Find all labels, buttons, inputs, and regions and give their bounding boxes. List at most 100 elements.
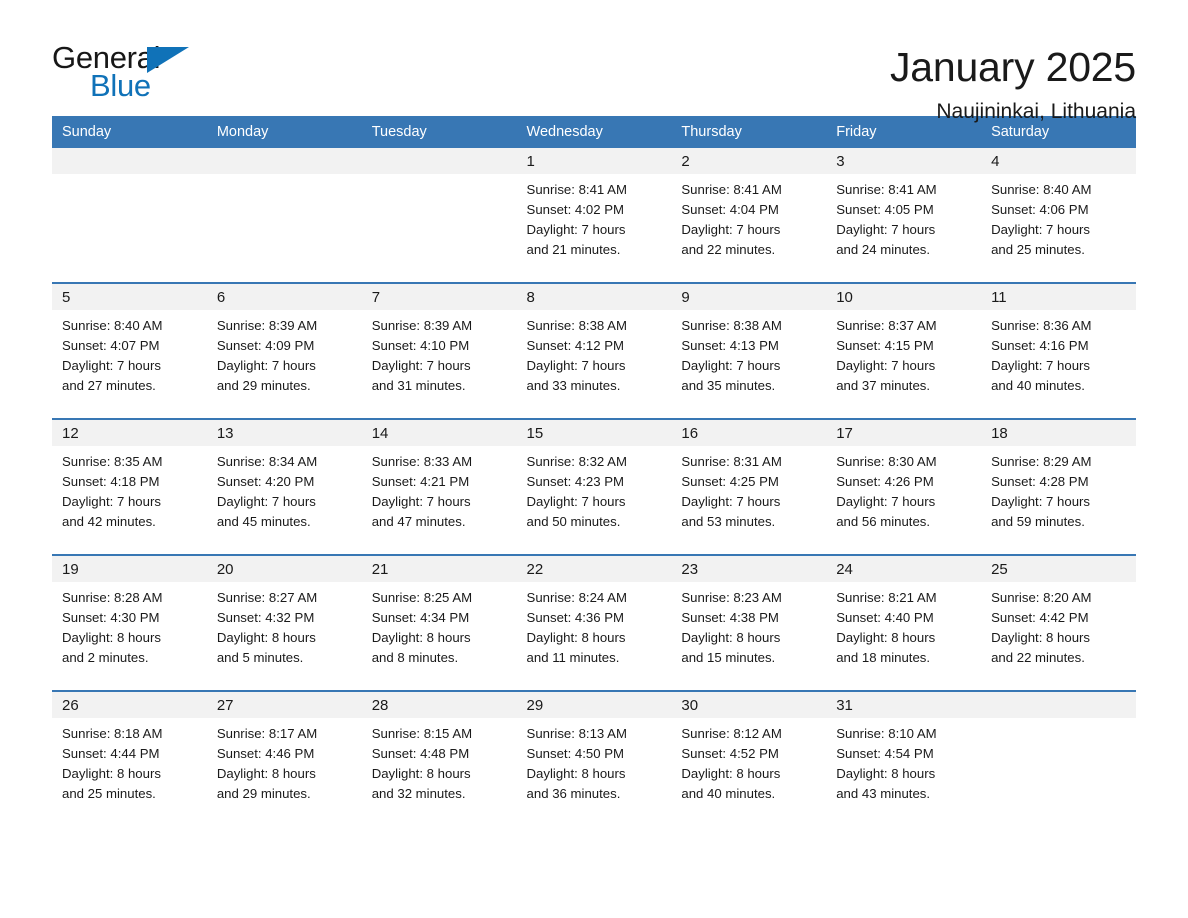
daylight-text-cont: and 45 minutes.: [216, 514, 311, 529]
sunset-text: Sunset: 4:05 PM: [836, 202, 934, 217]
day-number: 4: [981, 148, 1136, 174]
day-details: Sunrise: 8:10 AM Sunset: 4:54 PM Daylight:…: [826, 718, 981, 826]
daylight-text: Daylight: 8 hours: [681, 766, 781, 781]
day-details: Sunrise: 8:21 AM Sunset: 4:40 PM Daylight:…: [826, 582, 981, 690]
daylight-text-cont: and 50 minutes.: [526, 514, 621, 529]
day-details: Sunrise: 8:12 AM Sunset: 4:52 PM Daylight:…: [671, 718, 826, 826]
calendar-day-cell[interactable]: 25 Sunrise: 8:20 AM Sunset: 4:42 PM Dayligh…: [981, 554, 1136, 691]
day-number: 2: [671, 148, 827, 174]
daylight-text: Daylight: 7 hours: [216, 358, 316, 373]
daylight-text-cont: and 31 minutes.: [371, 378, 466, 393]
sunrise-text: Sunrise: 8:41 AM: [681, 182, 782, 197]
daylight-text-cont: and 40 minutes.: [991, 378, 1085, 393]
daylight-text: Daylight: 8 hours: [836, 766, 936, 781]
calendar-day-cell[interactable]: 9 Sunrise: 8:38 AM Sunset: 4:13 PM Daylight…: [671, 282, 827, 419]
sunset-text: Sunset: 4:04 PM: [681, 202, 779, 217]
day-number: 15: [516, 420, 672, 446]
day-number: 19: [52, 556, 207, 582]
calendar-day-cell[interactable]: 10 Sunrise: 8:37 AM Sunset: 4:15 PM Dayligh…: [826, 282, 982, 419]
calendar-day-cell[interactable]: 31 Sunrise: 8:10 AM Sunset: 4:54 PM Dayligh…: [826, 690, 982, 826]
daylight-text: Daylight: 7 hours: [371, 494, 471, 509]
day-number: 26: [52, 692, 207, 718]
daylight-text: Daylight: 8 hours: [371, 766, 471, 781]
calendar-day-cell[interactable]: 20 Sunrise: 8:27 AM Sunset: 4:32 PM Dayligh…: [206, 554, 362, 691]
day-number: 6: [206, 284, 362, 310]
calendar-day-cell[interactable]: 28 Sunrise: 8:15 AM Sunset: 4:48 PM Dayligh…: [361, 690, 517, 826]
calendar-day-cell[interactable]: 26 Sunrise: 8:18 AM Sunset: 4:44 PM Dayligh…: [52, 690, 207, 826]
calendar-day-cell[interactable]: 1 Sunrise: 8:41 AM Sunset: 4:02 PM Daylight…: [516, 148, 672, 283]
calendar-day-cell[interactable]: 14 Sunrise: 8:33 AM Sunset: 4:21 PM Dayligh…: [361, 418, 517, 555]
daylight-text-cont: and 29 minutes.: [216, 378, 311, 393]
daylight-text-cont: and 33 minutes.: [526, 378, 621, 393]
calendar-day-cell[interactable]: 2 Sunrise: 8:41 AM Sunset: 4:04 PM Daylight…: [671, 148, 827, 283]
calendar-day-cell[interactable]: 11 Sunrise: 8:36 AM Sunset: 4:16 PM Dayligh…: [981, 282, 1136, 419]
calendar-day-cell[interactable]: 13 Sunrise: 8:34 AM Sunset: 4:20 PM Dayligh…: [206, 418, 362, 555]
day-details: Sunrise: 8:36 AM Sunset: 4:16 PM Daylight:…: [981, 310, 1136, 418]
daylight-text: Daylight: 7 hours: [681, 222, 781, 237]
daylight-text: Daylight: 7 hours: [991, 494, 1091, 509]
day-number: 14: [361, 420, 517, 446]
sunrise-text: Sunrise: 8:28 AM: [62, 590, 163, 605]
sunset-text: Sunset: 4:06 PM: [991, 202, 1089, 217]
calendar-day-cell[interactable]: 6 Sunrise: 8:39 AM Sunset: 4:09 PM Daylight…: [206, 282, 362, 419]
sunset-text: Sunset: 4:10 PM: [371, 338, 470, 353]
calendar-day-cell[interactable]: 15 Sunrise: 8:32 AM Sunset: 4:23 PM Dayligh…: [516, 418, 672, 555]
daylight-text-cont: and 25 minutes.: [62, 786, 156, 801]
calendar-day-cell[interactable]: 29 Sunrise: 8:13 AM Sunset: 4:50 PM Dayligh…: [516, 690, 672, 826]
sunrise-text: Sunrise: 8:25 AM: [371, 590, 473, 605]
calendar-day-cell[interactable]: 12 Sunrise: 8:35 AM Sunset: 4:18 PM Dayligh…: [52, 418, 207, 555]
daylight-text: Daylight: 7 hours: [526, 494, 626, 509]
calendar-day-cell[interactable]: 30 Sunrise: 8:12 AM Sunset: 4:52 PM Dayligh…: [671, 690, 827, 826]
calendar-day-cell[interactable]: 19 Sunrise: 8:28 AM Sunset: 4:30 PM Dayligh…: [52, 554, 207, 691]
sunset-text: Sunset: 4:21 PM: [371, 474, 470, 489]
calendar-day-cell[interactable]: 24 Sunrise: 8:21 AM Sunset: 4:40 PM Dayligh…: [826, 554, 982, 691]
daylight-text: Daylight: 7 hours: [526, 222, 626, 237]
day-details: Sunrise: 8:13 AM Sunset: 4:50 PM Daylight:…: [517, 718, 672, 826]
sunrise-text: Sunrise: 8:41 AM: [836, 182, 937, 197]
sunrise-text: Sunrise: 8:17 AM: [216, 726, 318, 741]
calendar-day-cell[interactable]: 18 Sunrise: 8:29 AM Sunset: 4:28 PM Dayligh…: [981, 418, 1136, 555]
calendar-day-cell[interactable]: 4 Sunrise: 8:40 AM Sunset: 4:06 PM Daylight…: [981, 148, 1136, 283]
sunset-text: Sunset: 4:13 PM: [681, 338, 779, 353]
day-details: Sunrise: 8:39 AM Sunset: 4:10 PM Daylight:…: [362, 310, 517, 418]
daylight-text-cont: and 59 minutes.: [991, 514, 1085, 529]
daylight-text-cont: and 40 minutes.: [681, 786, 776, 801]
day-details: Sunrise: 8:35 AM Sunset: 4:18 PM Daylight:…: [52, 446, 207, 554]
calendar-day-cell[interactable]: 22 Sunrise: 8:24 AM Sunset: 4:36 PM Dayligh…: [516, 554, 672, 691]
day-number: 23: [671, 556, 827, 582]
day-details: Sunrise: 8:39 AM Sunset: 4:09 PM Daylight:…: [207, 310, 362, 418]
calendar-week-row: 12 Sunrise: 8:35 AM Sunset: 4:18 PM Dayligh…: [52, 418, 1136, 555]
calendar-day-cell[interactable]: 16 Sunrise: 8:31 AM Sunset: 4:25 PM Dayligh…: [671, 418, 827, 555]
calendar-day-cell-empty: [981, 690, 1136, 826]
calendar-day-cell[interactable]: 21 Sunrise: 8:25 AM Sunset: 4:34 PM Dayligh…: [361, 554, 517, 691]
daylight-text: Daylight: 7 hours: [991, 358, 1091, 373]
sunset-text: Sunset: 4:12 PM: [526, 338, 625, 353]
calendar-day-cell[interactable]: 17 Sunrise: 8:30 AM Sunset: 4:26 PM Dayligh…: [826, 418, 982, 555]
sunrise-text: Sunrise: 8:23 AM: [681, 590, 782, 605]
calendar-day-cell[interactable]: 5 Sunrise: 8:40 AM Sunset: 4:07 PM Daylight…: [52, 282, 207, 419]
daylight-text: Daylight: 7 hours: [836, 222, 936, 237]
day-number: [981, 692, 1136, 718]
daylight-text-cont: and 56 minutes.: [836, 514, 931, 529]
weekday-header-monday: Monday: [206, 116, 362, 148]
daylight-text-cont: and 53 minutes.: [681, 514, 776, 529]
calendar-day-cell[interactable]: 3 Sunrise: 8:41 AM Sunset: 4:05 PM Daylight…: [826, 148, 982, 283]
daylight-text-cont: and 15 minutes.: [681, 650, 776, 665]
day-number: 31: [826, 692, 982, 718]
day-details: Sunrise: 8:41 AM Sunset: 4:02 PM Daylight:…: [517, 174, 672, 282]
day-number: 11: [981, 284, 1136, 310]
day-details: Sunrise: 8:15 AM Sunset: 4:48 PM Daylight:…: [362, 718, 517, 826]
daylight-text-cont: and 25 minutes.: [991, 242, 1085, 257]
logo-triangle-icon: [147, 47, 189, 73]
day-details: Sunrise: 8:33 AM Sunset: 4:21 PM Daylight:…: [362, 446, 517, 554]
sunrise-text: Sunrise: 8:30 AM: [836, 454, 937, 469]
calendar-day-cell[interactable]: 27 Sunrise: 8:17 AM Sunset: 4:46 PM Dayligh…: [206, 690, 362, 826]
daylight-text-cont: and 32 minutes.: [371, 786, 466, 801]
calendar-day-cell[interactable]: 23 Sunrise: 8:23 AM Sunset: 4:38 PM Dayligh…: [671, 554, 827, 691]
day-number: 24: [826, 556, 982, 582]
calendar-day-cell[interactable]: 8 Sunrise: 8:38 AM Sunset: 4:12 PM Daylight…: [516, 282, 672, 419]
general-blue-logo[interactable]: General Blue: [52, 42, 202, 104]
day-details: Sunrise: 8:20 AM Sunset: 4:42 PM Daylight:…: [981, 582, 1136, 690]
calendar-day-cell[interactable]: 7 Sunrise: 8:39 AM Sunset: 4:10 PM Daylight…: [361, 282, 517, 419]
sunset-text: Sunset: 4:44 PM: [62, 746, 160, 761]
